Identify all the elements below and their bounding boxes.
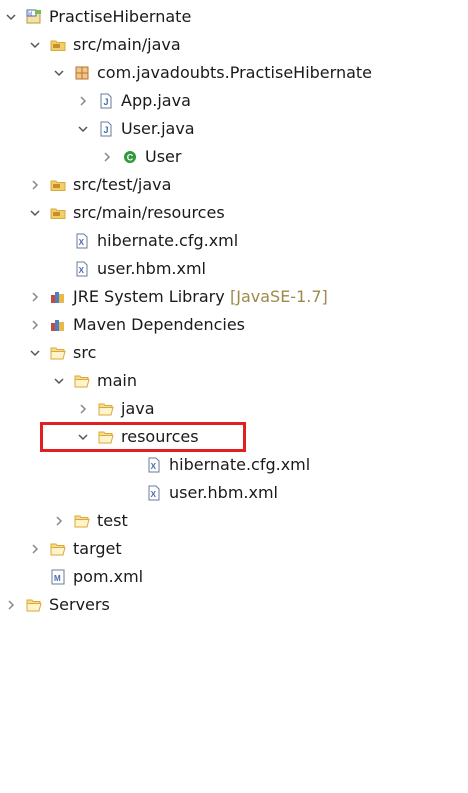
tree-item[interactable]: Maven Dependencies [0,311,468,339]
maven-pom-icon: M [50,569,66,585]
tree-item-label: User [145,147,182,166]
chevron-right-icon[interactable] [51,507,67,535]
tree-item-label: user.hbm.xml [97,259,206,278]
chevron-right-icon[interactable] [27,311,43,339]
chevron-down-icon[interactable] [27,199,43,227]
folder-open-icon [74,513,90,529]
chevron-right-icon[interactable] [27,535,43,563]
package-icon [74,65,90,81]
tree-item[interactable]: JRE System Library [JavaSE-1.7] [0,283,468,311]
tree-item[interactable]: target [0,535,468,563]
svg-text:J: J [104,125,109,135]
svg-text:C: C [127,152,134,162]
svg-text:J: J [104,97,109,107]
tree-item-decoration: [JavaSE-1.7] [230,287,328,306]
chevron-right-icon[interactable] [27,283,43,311]
chevron-right-icon[interactable] [3,591,19,619]
tree-item[interactable]: Xuser.hbm.xml [0,255,468,283]
library-icon [50,317,66,333]
chevron-right-icon[interactable] [75,87,91,115]
chevron-down-icon[interactable] [51,59,67,87]
chevron-down-icon[interactable] [75,115,91,143]
library-icon [50,289,66,305]
java-file-icon: J [98,121,114,137]
svg-text:X: X [79,238,85,247]
tree-item[interactable]: test [0,507,468,535]
tree-item[interactable]: Xuser.hbm.xml [0,479,468,507]
tree-item[interactable]: java [0,395,468,423]
tree-item-label: Maven Dependencies [73,315,246,334]
svg-text:X: X [79,266,85,275]
svg-text:X: X [151,462,157,471]
tree-item-label: pom.xml [73,567,144,586]
xml-file-icon: X [74,261,90,277]
svg-text:M: M [28,12,32,18]
chevron-down-icon[interactable] [3,3,19,31]
folder-open-icon [26,597,42,613]
folder-open-icon [50,345,66,361]
chevron-right-icon[interactable] [75,395,91,423]
source-folder-icon [50,177,66,193]
tree-item[interactable]: Xhibernate.cfg.xml [0,227,468,255]
tree-item-label: src [73,343,97,362]
tree-item[interactable]: Servers [0,591,468,619]
tree-item-label: User.java [121,119,195,138]
xml-file-icon: X [146,485,162,501]
tree-item-label: main [97,371,137,390]
chevron-down-icon[interactable] [51,367,67,395]
tree-item-label: hibernate.cfg.xml [169,455,311,474]
tree-item[interactable]: src/main/java [0,31,468,59]
tree-item[interactable]: Mpom.xml [0,563,468,591]
svg-text:M: M [54,574,61,583]
tree-item-label: user.hbm.xml [169,483,278,502]
tree-item-label: src/main/resources [73,203,225,222]
project-explorer-tree: M PractiseHibernate src/main/java com.javad… [0,3,468,619]
tree-item-label: java [121,399,155,418]
tree-item[interactable]: com.javadoubts.PractiseHibernate [0,59,468,87]
tree-item[interactable]: M PractiseHibernate [0,3,468,31]
folder-open-icon [50,541,66,557]
chevron-right-icon[interactable] [27,171,43,199]
folder-open-icon [74,373,90,389]
tree-item[interactable]: J App.java [0,87,468,115]
source-folder-icon [50,37,66,53]
xml-file-icon: X [74,233,90,249]
highlight-box [40,422,246,452]
tree-item[interactable]: C User [0,143,468,171]
tree-item[interactable]: J User.java [0,115,468,143]
tree-item-label: App.java [121,91,191,110]
tree-item[interactable]: Xhibernate.cfg.xml [0,451,468,479]
maven-project-icon: M [26,9,42,25]
tree-item-label: test [97,511,128,530]
tree-item-label: src/test/java [73,175,172,194]
tree-item-label: target [73,539,122,558]
tree-item[interactable]: src/test/java [0,171,468,199]
tree-item-label: hibernate.cfg.xml [97,231,239,250]
tree-item-label: JRE System Library [73,287,225,306]
tree-item-label: src/main/java [73,35,181,54]
tree-item[interactable]: main [0,367,468,395]
tree-item-label: com.javadoubts.PractiseHibernate [97,63,372,82]
tree-item[interactable]: src/main/resources [0,199,468,227]
tree-item-label: PractiseHibernate [49,7,192,26]
svg-text:X: X [151,490,157,499]
tree-item-label: Servers [49,595,110,614]
folder-open-icon [98,401,114,417]
chevron-down-icon[interactable] [27,339,43,367]
chevron-right-icon[interactable] [99,143,115,171]
source-folder-icon [50,205,66,221]
chevron-down-icon[interactable] [27,31,43,59]
class-icon: C [122,149,138,165]
java-file-icon: J [98,93,114,109]
tree-item[interactable]: src [0,339,468,367]
xml-file-icon: X [146,457,162,473]
